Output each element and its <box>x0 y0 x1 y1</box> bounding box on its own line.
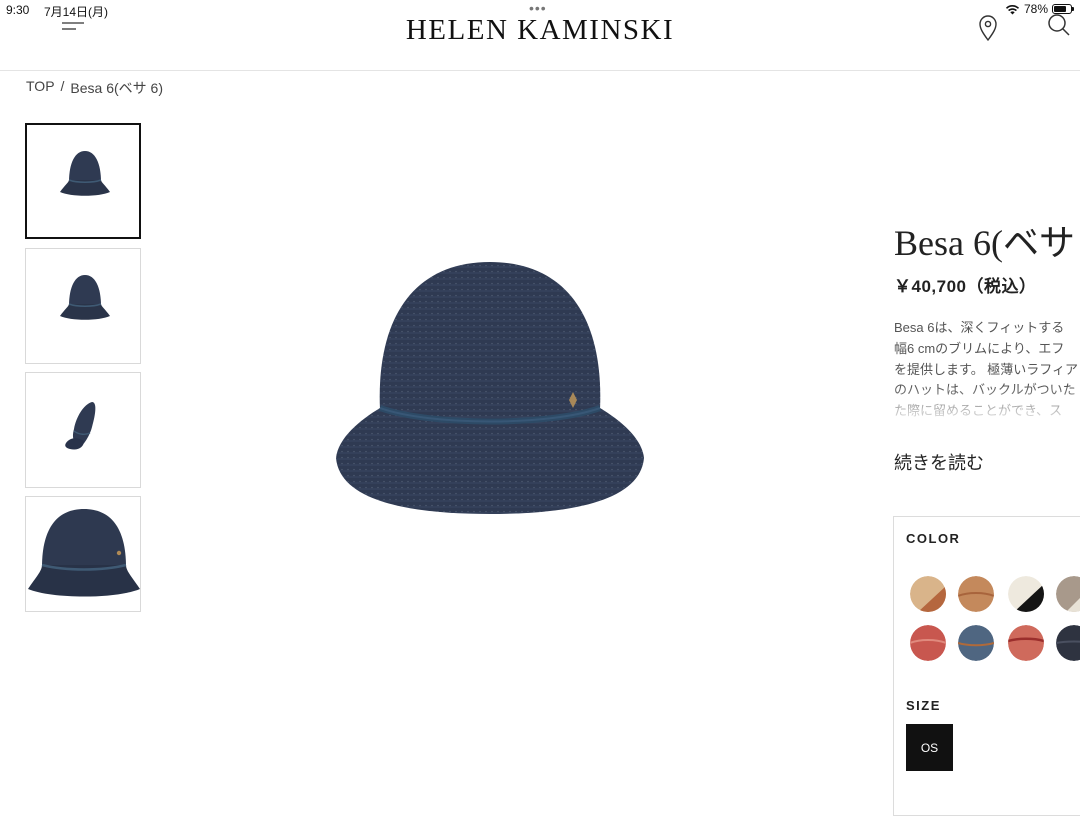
store-locator-icon[interactable] <box>977 14 999 42</box>
description-line: を提供します。 極薄いラフィア <box>894 361 1079 377</box>
main-product-image[interactable] <box>310 240 670 540</box>
hat-closeup-image <box>28 509 140 597</box>
search-icon[interactable] <box>1045 13 1071 41</box>
size-option-os[interactable]: OS <box>906 724 953 771</box>
color-swatch-taupe[interactable] <box>1056 576 1080 612</box>
color-label: COLOR <box>906 531 961 546</box>
site-header: HELEN KAMINSKI <box>0 0 1080 71</box>
size-label: SIZE <box>906 698 941 713</box>
description-line: た際に留めることができ、ス <box>894 403 1063 419</box>
color-swatch-ivory-black[interactable] <box>1008 576 1044 612</box>
options-panel: COLOR SIZE OS <box>893 516 1080 816</box>
color-swatch-natural[interactable] <box>910 576 946 612</box>
thumbnail-folded-view[interactable] <box>25 372 141 488</box>
description-line: 幅6 cmのブリムにより、エフ <box>894 340 1065 356</box>
breadcrumb-current: Besa 6(ベサ 6) <box>70 80 164 96</box>
hat-angle-image <box>60 275 110 320</box>
description-line: のハットは、バックルがついた <box>894 382 1076 398</box>
color-swatch-terracotta[interactable] <box>1008 625 1044 661</box>
color-swatch-denim[interactable] <box>958 625 994 661</box>
thumbnail-angle-view[interactable] <box>25 248 141 364</box>
product-description: Besa 6は、深くフィットする 幅6 cmのブリムにより、エフ を提供します。… <box>894 318 1080 426</box>
breadcrumb: TOP / Besa 6(ベサ 6) <box>26 78 163 98</box>
hat-front-image <box>60 151 110 196</box>
product-title: Besa 6(ベサ 6) <box>894 223 1080 263</box>
color-swatch-tan[interactable] <box>958 576 994 612</box>
thumbnail-closeup-view[interactable] <box>25 496 141 612</box>
description-line: Besa 6は、深くフィットする <box>894 320 1065 335</box>
product-price: ￥40,700（税込） <box>894 277 1037 296</box>
breadcrumb-home-link[interactable]: TOP <box>26 78 55 98</box>
hat-folded-image <box>65 402 96 450</box>
brand-logo[interactable]: HELEN KAMINSKI <box>0 14 1080 47</box>
color-swatch-coral[interactable] <box>910 625 946 661</box>
thumbnail-front-view[interactable] <box>25 123 141 239</box>
read-more-link[interactable]: 続きを読む <box>894 449 984 475</box>
color-swatch-charcoal[interactable] <box>1056 625 1080 661</box>
breadcrumb-separator: / <box>60 78 65 94</box>
